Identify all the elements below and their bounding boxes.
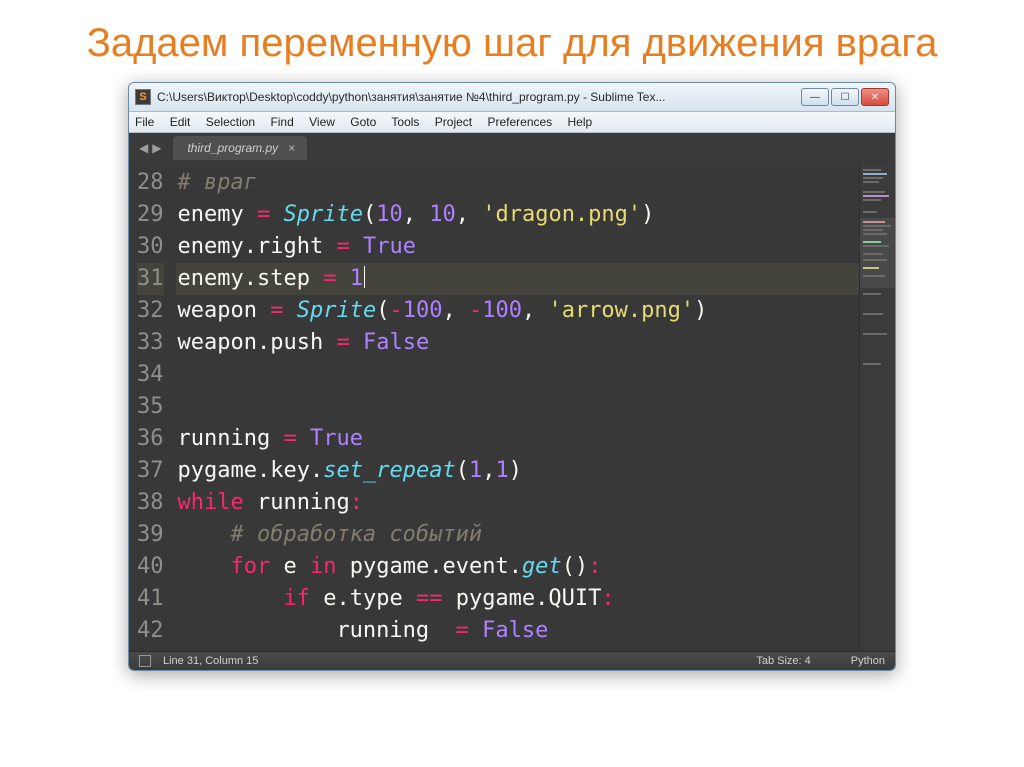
code-line[interactable]: weapon.push = False [176,327,860,359]
menu-edit[interactable]: Edit [170,115,191,129]
status-linecol: Line 31, Column 15 [163,655,258,667]
menu-project[interactable]: Project [435,115,472,129]
code-line[interactable] [176,391,860,423]
tab-history-nav: ◀ ▶ [133,141,167,155]
menu-preferences[interactable]: Preferences [487,115,552,129]
minimap[interactable] [859,163,895,651]
code-editor[interactable]: # врагenemy = Sprite(10, 10, 'dragon.png… [176,163,860,651]
tab-close-icon[interactable]: × [288,141,295,155]
menu-goto[interactable]: Goto [350,115,376,129]
minimize-button[interactable]: — [801,88,829,106]
menu-find[interactable]: Find [270,115,293,129]
maximize-button[interactable]: ☐ [831,88,859,106]
code-line[interactable]: enemy.right = True [176,231,860,263]
menu-selection[interactable]: Selection [206,115,255,129]
menu-help[interactable]: Help [568,115,593,129]
window-controls: — ☐ ✕ [801,88,889,106]
status-panel-icon[interactable] [139,655,151,667]
status-bar: Line 31, Column 15 Tab Size: 4 Python [129,651,895,670]
code-line[interactable]: for e in pygame.event.get(): [176,551,860,583]
menu-view[interactable]: View [309,115,335,129]
slide-title: Задаем переменную шаг для движения врага [0,0,1024,76]
line-gutter: 282930313233343536373839404142 [129,163,176,651]
code-line[interactable]: enemy.step = 1 [176,263,860,295]
file-tab[interactable]: third_program.py × [173,136,307,160]
tab-bar: ◀ ▶ third_program.py × [129,133,895,163]
editor-area: 282930313233343536373839404142 # врагene… [129,163,895,651]
close-button[interactable]: ✕ [861,88,889,106]
menu-bar: File Edit Selection Find View Goto Tools… [129,112,895,133]
code-line[interactable]: while running: [176,487,860,519]
window-titlebar[interactable]: S C:\Users\Виктор\Desktop\coddy\python\з… [129,83,895,112]
file-tab-label: third_program.py [187,141,278,155]
code-line[interactable]: enemy = Sprite(10, 10, 'dragon.png') [176,199,860,231]
menu-tools[interactable]: Tools [391,115,419,129]
code-line[interactable]: if e.type == pygame.QUIT: [176,583,860,615]
code-line[interactable]: # обработка событий [176,519,860,551]
code-line[interactable]: pygame.key.set_repeat(1,1) [176,455,860,487]
tab-back-icon[interactable]: ◀ [139,141,148,155]
code-line[interactable]: running = True [176,423,860,455]
text-caret [364,266,365,288]
editor-window: S C:\Users\Виктор\Desktop\coddy\python\з… [128,82,896,671]
status-tabsize[interactable]: Tab Size: 4 [756,655,810,667]
code-line[interactable] [176,359,860,391]
tab-forward-icon[interactable]: ▶ [152,141,161,155]
code-line[interactable]: weapon = Sprite(-100, -100, 'arrow.png') [176,295,860,327]
status-syntax[interactable]: Python [851,655,885,667]
code-line[interactable]: running = False [176,615,860,647]
code-line[interactable]: # враг [176,167,860,199]
window-title: C:\Users\Виктор\Desktop\coddy\python\зан… [157,90,793,104]
menu-file[interactable]: File [135,115,154,129]
app-icon: S [135,89,151,105]
